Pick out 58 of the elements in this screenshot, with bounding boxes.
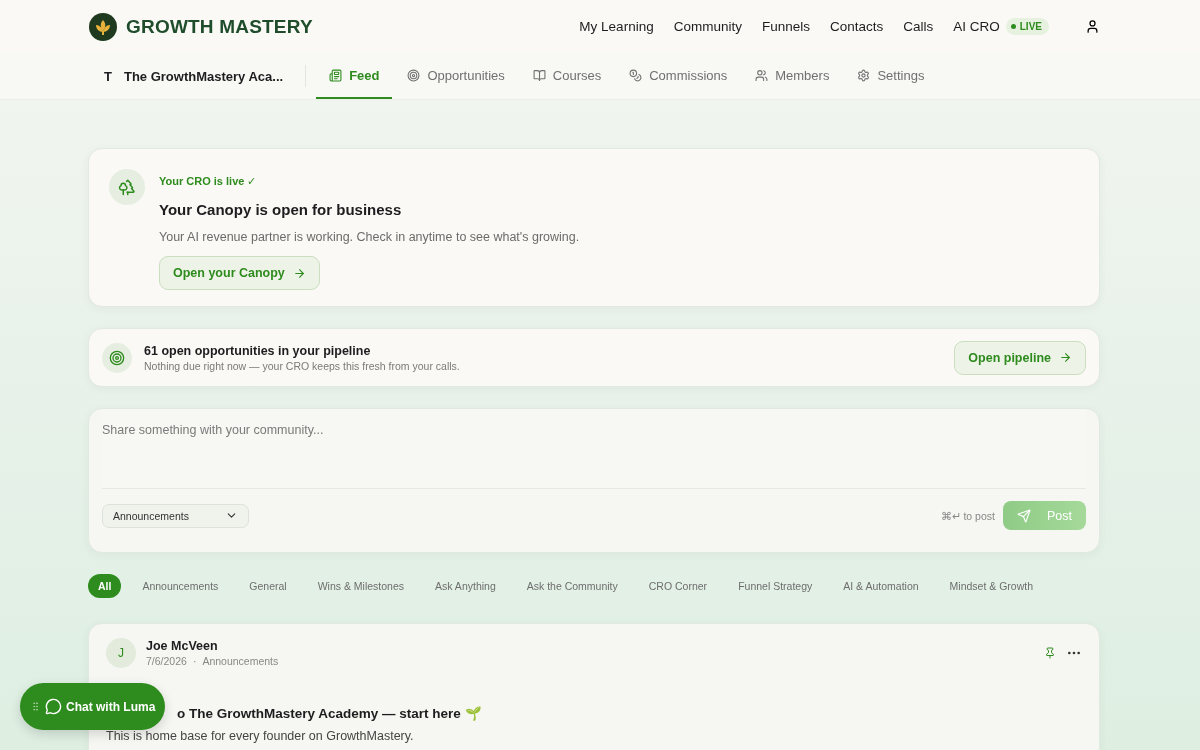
nav-link[interactable]: My Learning — [579, 19, 654, 34]
coins-icon — [629, 68, 643, 82]
filter-chip[interactable]: Wins & Milestones — [307, 574, 415, 598]
book-icon — [532, 68, 546, 82]
cro-description: Your AI revenue partner is working. Check in anytime to see what's growing. — [159, 230, 580, 244]
settings-icon — [857, 68, 871, 82]
author-avatar: J — [106, 638, 136, 668]
cro-status: Your CRO is live ✓ — [159, 175, 258, 188]
nav-link[interactable]: AI CRO LIVE — [953, 18, 1049, 35]
pipeline-title: 61 open opportunities in your pipeline — [144, 343, 372, 358]
filter-chip[interactable]: Ask Anything — [425, 574, 506, 598]
arrow-icon — [292, 266, 306, 280]
author-name[interactable]: Joe McVeen — [146, 639, 279, 653]
nav-link[interactable]: Calls — [903, 19, 934, 34]
meta-separator: · — [192, 655, 197, 667]
pin-icon[interactable] — [1044, 647, 1056, 659]
brand-name: GROWTH MASTERY — [126, 15, 313, 38]
filter-chip[interactable]: Funnel Strategy — [728, 574, 823, 598]
arrow-icon — [1059, 351, 1072, 364]
nav-tab[interactable]: Opportunities — [394, 53, 518, 99]
open-pipeline-button[interactable]: Open pipeline — [954, 340, 1086, 375]
filter-chip[interactable]: AI & Automation — [833, 574, 929, 598]
chat-icon — [45, 698, 62, 715]
nav-link[interactable]: Contacts — [829, 19, 884, 34]
grip-icon — [30, 701, 41, 712]
filter-chip[interactable]: CRO Corner — [638, 574, 718, 598]
post-category: Announcements — [202, 655, 279, 667]
send-icon — [1017, 508, 1031, 523]
nav-link[interactable]: Funnels — [761, 19, 810, 34]
filter-chip[interactable]: All — [88, 574, 122, 598]
nav-link[interactable]: Community — [673, 19, 742, 34]
nav-tab[interactable]: Courses — [519, 53, 615, 99]
trees-icon — [109, 169, 145, 205]
filter-chip[interactable]: Ask the Community — [516, 574, 628, 598]
filter-chip[interactable]: Announcements — [132, 574, 229, 598]
cro-title: Your Canopy is open for business — [159, 201, 403, 218]
post-title: o The GrowthMastery Academy — start here 🌱 — [177, 705, 483, 721]
community-name[interactable]: The GrowthMastery Aca... — [123, 68, 284, 84]
user-icon[interactable] — [1085, 19, 1100, 34]
nav-tab[interactable]: Feed — [316, 53, 393, 99]
nav-tab[interactable]: Settings — [844, 53, 938, 99]
post-body: This is home base for every founder on GrowthMastery. — [106, 729, 415, 743]
newspaper-icon — [329, 68, 343, 82]
post-date: 7/6/2026 — [146, 655, 187, 667]
nav-tab[interactable]: Members — [742, 53, 843, 99]
target-icon — [407, 68, 421, 82]
live-badge: LIVE — [1005, 18, 1049, 35]
filter-chip[interactable]: General — [239, 574, 297, 598]
logo-icon — [88, 11, 118, 42]
users-icon — [755, 68, 769, 82]
target-icon — [102, 342, 132, 373]
post-hint: ⌘↵ to post — [940, 509, 995, 522]
filter-chip[interactable]: Mindset & Growth — [939, 574, 1043, 598]
chat-button[interactable]: Chat with Luma — [20, 683, 166, 730]
pipeline-subtitle: Nothing due right now — your CRO keeps this fresh from your calls. — [144, 359, 460, 372]
community-initial: T — [104, 68, 112, 84]
nav-tab[interactable]: Commissions — [616, 53, 741, 99]
open-canopy-button[interactable]: Open your Canopy — [159, 256, 320, 290]
